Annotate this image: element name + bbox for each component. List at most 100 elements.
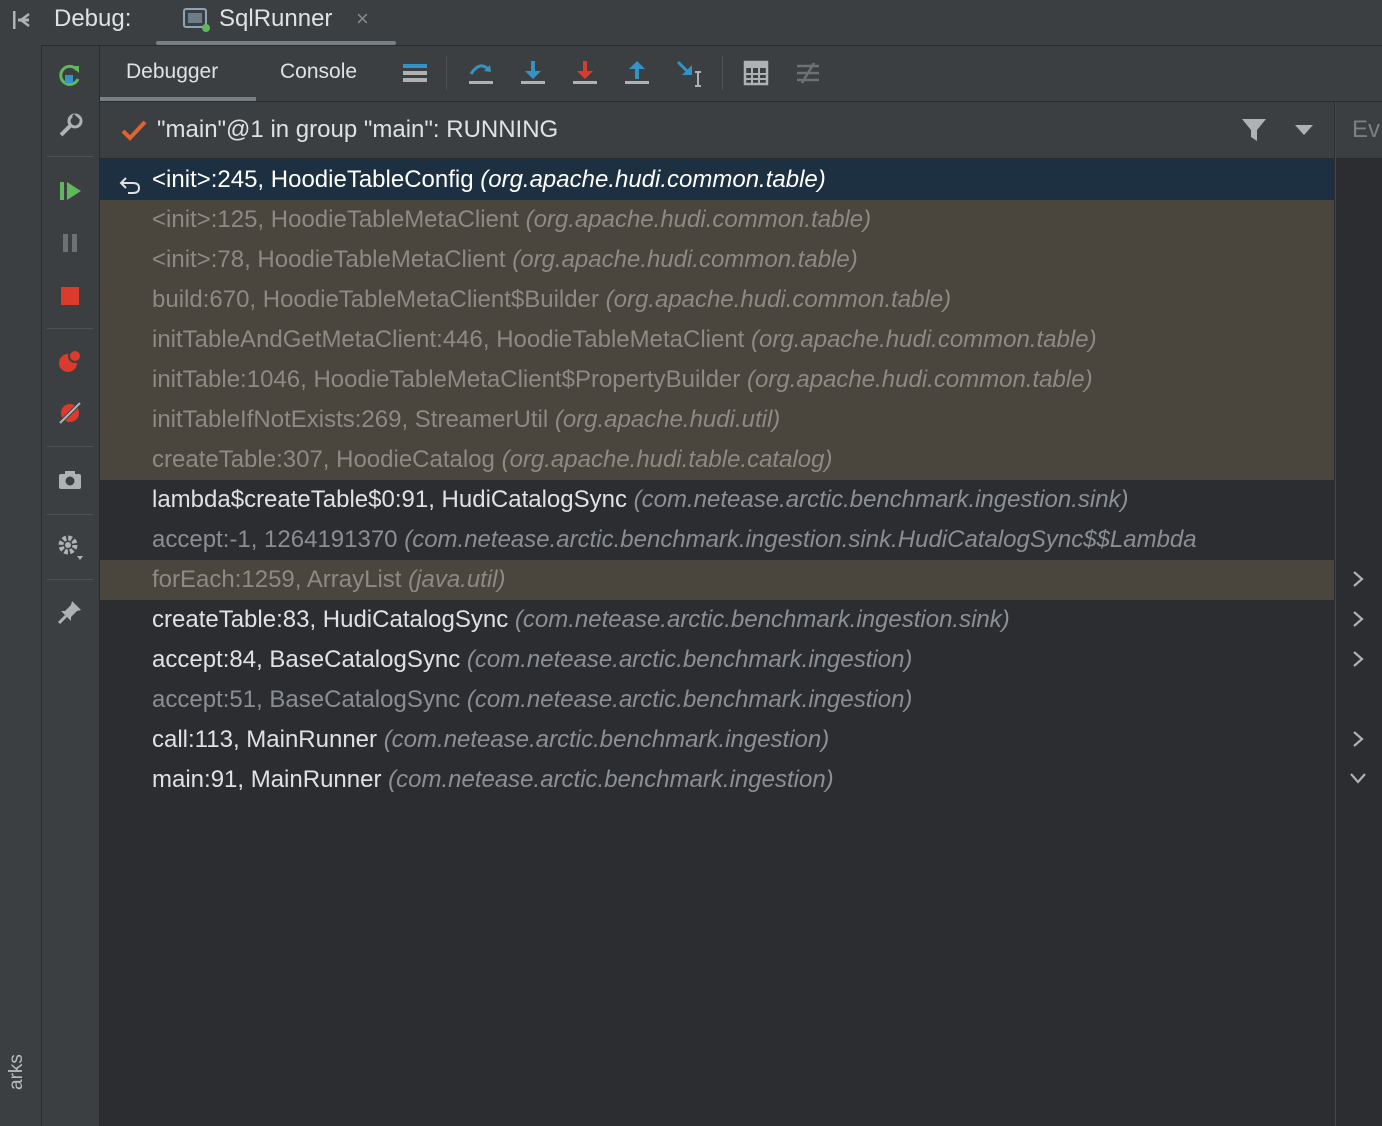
frame-package: (org.apache.hudi.table.catalog) [501, 446, 833, 473]
run-to-cursor-icon[interactable] [672, 56, 706, 90]
close-icon[interactable]: × [356, 6, 369, 32]
mute-breakpoints-icon[interactable] [54, 397, 86, 429]
frame-method: createTable:307, HoodieCatalog [152, 446, 495, 473]
toolbar-separator [47, 156, 93, 157]
step-over-icon[interactable] [464, 56, 498, 90]
frame-method: call:113, MainRunner [152, 726, 378, 753]
toolbar-separator [722, 56, 723, 90]
step-out-icon[interactable] [620, 56, 654, 90]
step-into-icon[interactable] [516, 56, 550, 90]
view-breakpoints-icon[interactable] [54, 345, 86, 377]
frame-package: (org.apache.hudi.common.table) [747, 366, 1093, 393]
active-tab-indicator [156, 41, 396, 45]
camera-icon[interactable] [54, 464, 86, 496]
frame-method: <init>:245, HoodieTableConfig [152, 166, 474, 193]
thread-selector[interactable]: "main"@1 in group "main": RUNNING [100, 102, 1334, 159]
frame-package: (org.apache.hudi.common.table) [605, 286, 952, 313]
frame-package: (org.apache.hudi.util) [554, 406, 781, 433]
pause-program-icon[interactable] [54, 227, 86, 259]
frame-package: (org.apache.hudi.common.table) [480, 166, 826, 193]
chevron-right-icon[interactable] [1348, 729, 1368, 749]
toolbar-separator [446, 56, 447, 90]
return-arrow-icon [118, 169, 142, 194]
frame-package: (com.netease.arctic.benchmark.ingestion) [383, 726, 830, 753]
tab-console[interactable]: Console [280, 60, 357, 84]
debugger-tabs-bar: Debugger Console [100, 46, 1382, 102]
debug-label: Debug: [54, 5, 132, 32]
debug-header: Debug: SqlRunner × [41, 0, 1382, 46]
frames-list: <init>:245, HoodieTableConfig (org.apach… [100, 160, 1334, 1126]
frame-package: (org.apache.hudi.common.table) [751, 326, 1097, 353]
frame-package: (com.netease.arctic.benchmark.ingestion.… [633, 486, 1129, 513]
frame-method: forEach:1259, ArrayList [152, 566, 402, 593]
run-config-tab[interactable]: SqlRunner × [156, 0, 396, 45]
frame-row[interactable]: createTable:83, HudiCatalogSync (com.net… [100, 600, 1334, 640]
left-tool-strip: arks [0, 0, 42, 1126]
toolbar-separator [47, 446, 93, 447]
frame-package: (com.netease.arctic.benchmark.ingestion) [466, 646, 913, 673]
stop-icon[interactable] [54, 280, 86, 312]
frame-method: lambda$createTable$0:91, HudiCatalogSync [152, 486, 627, 513]
toolbar-separator [47, 328, 93, 329]
frame-package: (com.netease.arctic.benchmark.ingestion) [466, 686, 913, 713]
frame-method: accept:84, BaseCatalogSync [152, 646, 461, 673]
frame-package: (org.apache.hudi.common.table) [512, 246, 858, 273]
frame-row[interactable]: forEach:1259, ArrayList (java.util) [100, 560, 1334, 600]
frame-package: (com.netease.arctic.benchmark.ingestion.… [514, 606, 1010, 633]
variables-panel: Ev [1335, 102, 1382, 1126]
chevron-right-icon[interactable] [1348, 609, 1368, 629]
frames-menu-icon[interactable] [398, 56, 432, 90]
frame-row[interactable]: initTableAndGetMetaClient:446, HoodieTab… [100, 320, 1334, 360]
run-config-title: SqlRunner [219, 5, 333, 32]
bookmarks-tool-label[interactable]: arks [6, 1054, 28, 1090]
frame-package: (com.netease.arctic.benchmark.ingestion) [388, 766, 834, 793]
frame-row[interactable]: lambda$createTable$0:91, HudiCatalogSync… [100, 480, 1334, 520]
trace-stream-icon[interactable] [791, 56, 825, 90]
modify-run-config-icon[interactable] [54, 110, 86, 142]
frame-method: initTableIfNotExists:269, StreamerUtil [152, 406, 549, 433]
checkmark-icon [120, 118, 148, 144]
frame-method: build:670, HoodieTableMetaClient$Builder [152, 286, 599, 313]
frame-method: initTableAndGetMetaClient:446, HoodieTab… [152, 326, 745, 353]
chevron-right-icon[interactable] [1348, 649, 1368, 669]
frame-row[interactable]: accept:-1, 1264191370 (com.netease.arcti… [100, 520, 1334, 560]
settings-gear-icon[interactable] [54, 531, 86, 563]
chevron-down-icon[interactable] [1348, 768, 1368, 788]
frame-row[interactable]: initTable:1046, HoodieTableMetaClient$Pr… [100, 360, 1334, 400]
frame-row[interactable]: initTableIfNotExists:269, StreamerUtil (… [100, 400, 1334, 440]
tab-debugger[interactable]: Debugger [126, 60, 218, 84]
frame-method: createTable:83, HudiCatalogSync [152, 606, 509, 633]
evaluate-expression-icon[interactable] [739, 56, 773, 90]
toolbar-separator [47, 514, 93, 515]
frame-row[interactable]: accept:51, BaseCatalogSync (com.netease.… [100, 680, 1334, 720]
frame-row[interactable]: accept:84, BaseCatalogSync (com.netease.… [100, 640, 1334, 680]
resume-program-icon[interactable] [54, 175, 86, 207]
toolbar-separator [47, 579, 93, 580]
chevron-down-icon[interactable] [1293, 122, 1315, 138]
frame-package: (com.netease.arctic.benchmark.ingestion.… [404, 526, 1197, 553]
frame-row[interactable]: <init>:125, HoodieTableMetaClient (org.a… [100, 200, 1334, 240]
collapse-panel-icon[interactable] [10, 8, 34, 32]
filter-icon[interactable] [1240, 116, 1268, 144]
run-window-icon [181, 6, 211, 34]
thread-status-text: "main"@1 in group "main": RUNNING [157, 116, 559, 143]
active-tab-indicator [100, 97, 256, 101]
frame-row[interactable]: main:91, MainRunner (com.netease.arctic.… [100, 760, 1334, 800]
frame-method: initTable:1046, HoodieTableMetaClient$Pr… [152, 366, 741, 393]
frame-row[interactable]: build:670, HoodieTableMetaClient$Builder… [100, 280, 1334, 320]
force-step-into-icon[interactable] [568, 56, 602, 90]
evaluate-field[interactable]: Ev [1336, 102, 1382, 159]
frame-row[interactable]: call:113, MainRunner (com.netease.arctic… [100, 720, 1334, 760]
frame-package: (org.apache.hudi.common.table) [525, 206, 872, 233]
frame-row[interactable]: <init>:78, HoodieTableMetaClient (org.ap… [100, 240, 1334, 280]
rerun-icon[interactable] [54, 59, 86, 91]
frame-method: accept:-1, 1264191370 [152, 526, 398, 553]
evaluate-placeholder: Ev [1352, 116, 1381, 143]
frame-method: <init>:125, HoodieTableMetaClient [152, 206, 519, 233]
frame-row[interactable]: <init>:245, HoodieTableConfig (org.apach… [100, 160, 1334, 200]
pin-tab-icon[interactable] [54, 596, 86, 628]
debug-side-toolbar [42, 46, 100, 1126]
chevron-right-icon[interactable] [1348, 569, 1368, 589]
frame-row[interactable]: createTable:307, HoodieCatalog (org.apac… [100, 440, 1334, 480]
frame-method: <init>:78, HoodieTableMetaClient [152, 246, 506, 273]
